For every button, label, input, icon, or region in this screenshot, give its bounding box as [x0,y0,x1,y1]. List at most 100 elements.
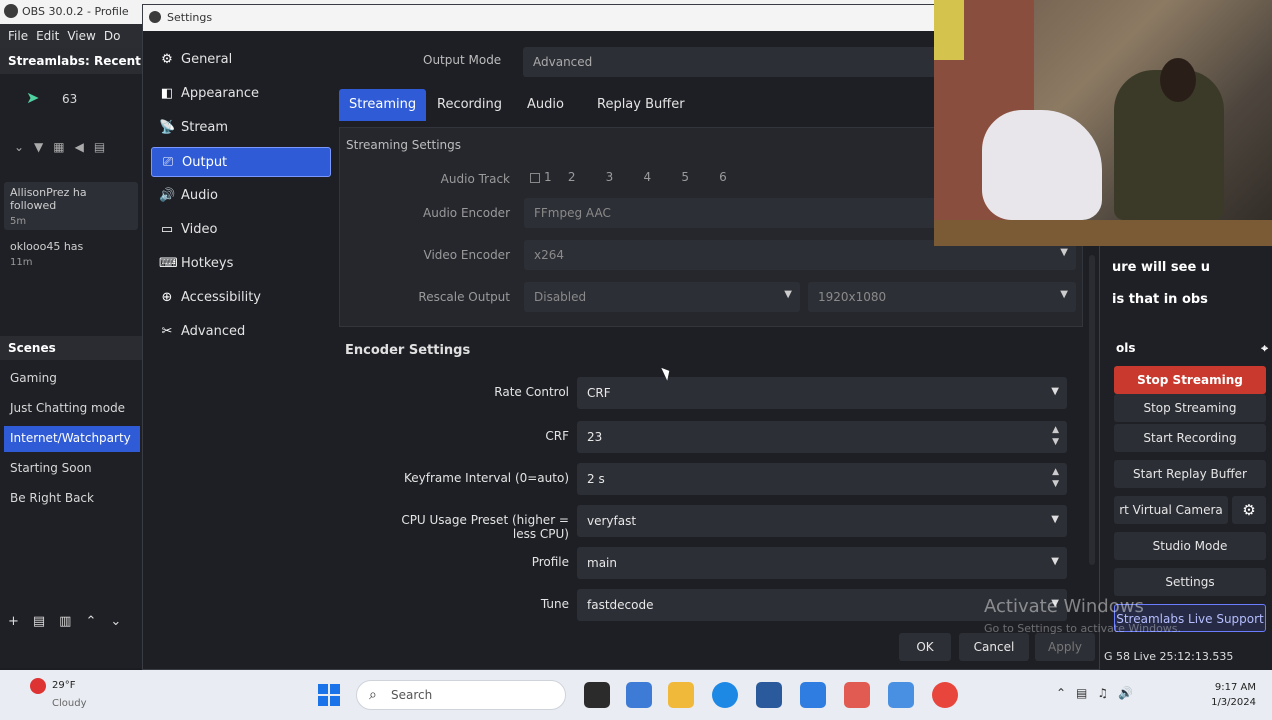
chat-dock-title: Streamlabs: Recent [0,48,142,74]
tab-recording[interactable]: Recording [427,89,512,121]
tab-audio[interactable]: Audio [517,89,574,121]
windows-taskbar: 29°F Cloudy ⌕ Search ⌃▤♫🔊 9:17 AM 1/3/20… [0,670,1272,720]
start-replay-buffer-button[interactable]: Start Replay Buffer [1114,460,1266,488]
chat-message-time: 5m [10,216,27,227]
audio-track-5[interactable]: 5 [681,170,715,184]
profile-label: Profile [531,555,569,569]
webcam-person-head [1160,58,1196,102]
nav-general[interactable]: ⚙ General [151,45,331,75]
rate-control-select[interactable]: CRF ▼ [577,377,1067,409]
spin-arrows-icon[interactable]: ▲ ▼ [1052,466,1059,490]
send-icon[interactable]: ➤ [26,88,39,107]
monitor-icon: ▭ [160,222,174,237]
ok-button[interactable]: OK [899,633,951,661]
mail-app-icon[interactable] [800,682,826,708]
crf-spinbox[interactable]: 23 ▲ ▼ [577,421,1067,453]
menu-view[interactable]: View [67,29,95,43]
tune-value: fastdecode [587,598,654,612]
nav-label: Output [182,155,228,170]
audio-track-group: 1 2 3 4 5 6 [530,170,753,184]
audio-track-6[interactable]: 6 [719,170,753,184]
stop-streaming-button[interactable]: Stop Streaming [1114,366,1266,394]
chat-message-text: oklooo45 has [10,240,84,253]
nav-hotkeys[interactable]: ⌨ Hotkeys [151,249,331,279]
output-icon: ⎚ [162,155,174,170]
system-tray-icons[interactable]: ⌃▤♫🔊 [1056,686,1143,700]
nav-output[interactable]: ⎚ Output [151,147,331,177]
content-scrollbar[interactable] [1089,255,1095,565]
dialog-titlebar: Settings [143,5,935,31]
virtual-camera-settings-gear-icon[interactable]: ⚙ [1232,496,1266,524]
nav-audio[interactable]: 🔊 Audio [151,181,331,211]
weather-icon[interactable] [30,678,46,694]
speaker-icon: 🔊 [159,188,176,203]
profile-select[interactable]: main ▼ [577,547,1067,579]
chat-toolbar[interactable]: ⌄▼▦◀▤ [14,140,115,154]
nav-label: Advanced [181,324,246,339]
start-virtual-camera-button[interactable]: rt Virtual Camera [1114,496,1228,524]
webcam-blanket [982,110,1102,220]
apply-button[interactable]: Apply [1035,633,1095,661]
scene-item-be-right-back[interactable]: Be Right Back [4,486,140,512]
audio-track-1[interactable]: 1 [530,170,564,184]
windows-start-icon[interactable] [318,684,340,706]
scenes-header: Scenes [0,336,142,360]
nav-accessibility[interactable]: ⊕ Accessibility [151,283,331,313]
spin-arrows-icon[interactable]: ▲ ▼ [1052,424,1059,448]
crf-value: 23 [587,430,603,444]
audio-track-2[interactable]: 2 [568,170,602,184]
store-app-icon[interactable] [756,682,782,708]
weather-temp[interactable]: 29°F [52,680,75,691]
cpu-preset-select[interactable]: veryfast ▼ [577,505,1067,537]
rescale-resolution-select[interactable]: 1920x1080 ▼ [808,282,1076,312]
edge-browser-icon[interactable] [712,682,738,708]
nav-video[interactable]: ▭ Video [151,215,331,245]
tab-streaming[interactable]: Streaming [339,89,427,121]
start-recording-button[interactable]: Start Recording [1114,424,1266,452]
file-explorer-icon[interactable] [668,682,694,708]
keyframe-interval-spinbox[interactable]: 2 s ▲ ▼ [577,463,1067,495]
rate-control-value: CRF [587,386,611,400]
tab-replay-buffer[interactable]: Replay Buffer [587,89,695,121]
settings-button[interactable]: Settings [1114,568,1266,596]
nav-stream[interactable]: 📡 Stream [151,113,331,143]
menu-edit[interactable]: Edit [36,29,59,43]
audio-encoder-value: FFmpeg AAC [534,206,611,220]
scene-toolbar[interactable]: +▤▥⌃⌄ [8,614,135,629]
scene-item-internet-watchparty[interactable]: Internet/Watchparty [4,426,140,452]
nav-label: Hotkeys [181,256,234,271]
notification-app-icon[interactable] [844,682,870,708]
taskbar-search-input[interactable]: ⌕ Search [356,680,566,710]
scene-item-gaming[interactable]: Gaming [4,366,140,392]
obs-taskbar-icon[interactable] [584,682,610,708]
taskbar-clock[interactable]: 9:17 AM 1/3/2024 [1196,680,1256,710]
audio-track-3[interactable]: 3 [606,170,640,184]
chrome-browser-icon[interactable] [932,682,958,708]
menu-file[interactable]: File [8,29,28,43]
activate-windows-subtext: Go to Settings to activate Windows. [984,622,1182,635]
dock-menu-icon[interactable]: ⌖ [1261,341,1268,356]
chevron-down-icon: ▼ [1051,386,1059,397]
studio-mode-button[interactable]: Studio Mode [1114,532,1266,560]
chat-count: 63 [62,92,78,106]
nav-label: Video [181,222,218,237]
output-mode-label: Output Mode [423,53,502,67]
video-encoder-label: Video Encoder [423,248,511,262]
photos-app-icon[interactable] [626,682,652,708]
settings-nav: ⚙ General ◧ Appearance 📡 Stream ⎚ Output 🔊 Au… [151,45,331,625]
menu-docks[interactable]: Do [104,29,121,43]
secondary-stream-button[interactable]: Stop Streaming [1114,394,1266,422]
audio-track-4[interactable]: 4 [643,170,677,184]
chevron-down-icon: ▼ [1060,289,1068,300]
paint-app-icon[interactable] [888,682,914,708]
scene-item-just-chatting[interactable]: Just Chatting mode [4,396,140,422]
scene-item-starting-soon[interactable]: Starting Soon [4,456,140,482]
cancel-button[interactable]: Cancel [959,633,1029,661]
rescale-output-select[interactable]: Disabled ▼ [524,282,800,312]
tools-icon: ✂ [161,324,173,339]
streaming-settings-title: Streaming Settings [346,138,462,152]
chat-message-text: AllisonPrez ha followed [10,186,87,212]
rate-control-label: Rate Control [494,385,569,399]
nav-appearance[interactable]: ◧ Appearance [151,79,331,109]
nav-advanced[interactable]: ✂ Advanced [151,317,331,347]
